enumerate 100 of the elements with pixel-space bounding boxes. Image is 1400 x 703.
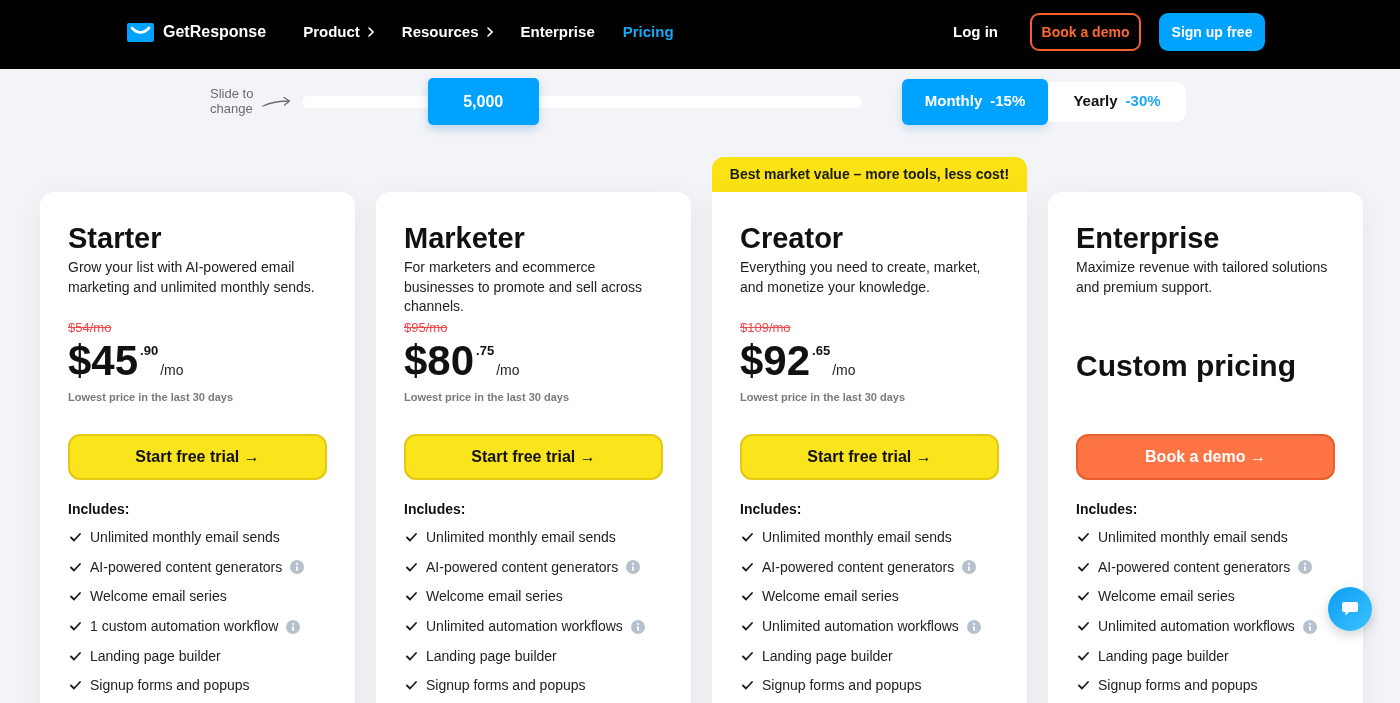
info-icon[interactable]: [630, 619, 645, 634]
feature-text: Unlimited automation workflows: [426, 617, 623, 637]
info-icon[interactable]: [626, 560, 641, 575]
plan-description: For marketers and ecommerce businesses to promote and sell across channels.: [404, 258, 644, 316]
feature-text: Signup forms and popups: [90, 676, 250, 696]
start-trial-button[interactable]: Start free trial →: [404, 434, 663, 480]
check-icon: [406, 651, 417, 661]
check-icon: [1078, 651, 1089, 661]
price-cents: .65: [812, 343, 831, 359]
info-icon[interactable]: [290, 560, 305, 575]
start-trial-button[interactable]: Start free trial →: [68, 434, 327, 480]
billing-option[interactable]: Yearly -30%: [1048, 81, 1186, 122]
check-icon: [406, 622, 417, 632]
check-icon: [742, 562, 753, 572]
start-trial-button[interactable]: Start free trial →: [740, 434, 999, 480]
feature-text: Landing page builder: [90, 646, 221, 666]
plan-description: Grow your list with AI-powered email marketing and unlimited monthly sends.: [68, 258, 316, 297]
price-note: Lowest price in the last 30 days: [404, 390, 570, 404]
plan-name: Creator: [740, 221, 845, 255]
envelope-logo-icon[interactable]: [127, 22, 154, 42]
nav-link[interactable]: Pricing: [622, 20, 674, 44]
check-icon: [742, 681, 753, 691]
info-icon[interactable]: [1302, 619, 1317, 634]
feature-text: Unlimited automation workflows: [1098, 617, 1295, 637]
check-icon: [1078, 622, 1089, 632]
includes-heading: Includes:: [1076, 500, 1138, 518]
check-icon: [70, 592, 81, 602]
price-cents: .90: [140, 343, 159, 359]
feature-text: Unlimited monthly email sends: [90, 528, 280, 548]
check-icon: [70, 681, 81, 691]
check-icon: [1078, 681, 1089, 691]
chat-bubble-icon: [1342, 602, 1358, 616]
price-period: /mo: [496, 362, 520, 378]
plan-description: Maximize revenue with tailored solutions and premium support.: [1076, 258, 1329, 297]
includes-heading: Includes:: [68, 500, 130, 518]
price-period: /mo: [832, 362, 856, 378]
feature-text: Welcome email series: [762, 587, 899, 607]
feature-text: 1 custom automation workflow: [90, 617, 279, 637]
info-icon[interactable]: [966, 619, 981, 634]
check-icon: [406, 592, 417, 602]
check-icon: [70, 622, 81, 632]
feature-text: Unlimited automation workflows: [762, 617, 959, 637]
includes-heading: Includes:: [404, 500, 466, 518]
check-icon: [742, 622, 753, 632]
check-icon: [406, 533, 417, 543]
plan-name: Starter: [68, 221, 163, 255]
price-amount: $92: [740, 338, 811, 384]
promo-banner: Best market value – more tools, less cost!: [712, 157, 1027, 192]
plan-name: Marketer: [404, 221, 526, 255]
check-icon: [70, 651, 81, 661]
feature-text: Signup forms and popups: [1098, 676, 1258, 696]
feature-text: Welcome email series: [426, 587, 563, 607]
arrow-icon: [262, 95, 291, 108]
feature-text: Welcome email series: [1098, 587, 1235, 607]
check-icon: [1078, 592, 1089, 602]
check-icon: [70, 533, 81, 543]
feature-text: Signup forms and popups: [762, 676, 922, 696]
price-note: Lowest price in the last 30 days: [740, 390, 906, 404]
check-icon: [406, 562, 417, 572]
price-cents: .75: [476, 343, 495, 359]
nav-link[interactable]: Enterprise: [520, 20, 595, 44]
check-icon: [406, 681, 417, 691]
plan-name: Enterprise: [1076, 221, 1221, 255]
slide-hint-text: Slide to change: [210, 85, 255, 116]
old-price: $109/mo: [740, 320, 791, 336]
feature-text: Welcome email series: [90, 587, 227, 607]
check-icon: [742, 651, 753, 661]
feature-text: AI-powered content generators: [90, 557, 283, 577]
custom-price-text: Custom pricing: [1076, 348, 1296, 384]
price-period: /mo: [160, 362, 184, 378]
feature-text: Signup forms and popups: [426, 676, 586, 696]
price-amount: $45: [68, 338, 139, 384]
feature-text: Landing page builder: [426, 646, 557, 666]
check-icon: [742, 533, 753, 543]
check-icon: [1078, 562, 1089, 572]
info-icon[interactable]: [962, 560, 977, 575]
feature-text: AI-powered content generators: [1098, 557, 1291, 577]
book-demo-button[interactable]: Book a demo: [1030, 13, 1141, 51]
plan-description: Everything you need to create, market, and monetize your knowledge.: [740, 258, 982, 297]
login-link[interactable]: Log in: [953, 20, 998, 44]
check-icon: [742, 592, 753, 602]
old-price: $95/mo: [404, 320, 448, 336]
price-note: Lowest price in the last 30 days: [68, 390, 234, 404]
feature-text: Landing page builder: [762, 646, 893, 666]
price-amount: $80: [404, 338, 475, 384]
check-icon: [1078, 533, 1089, 543]
feature-text: Unlimited monthly email sends: [1098, 528, 1288, 548]
feature-text: Unlimited monthly email sends: [762, 528, 952, 548]
nav-link[interactable]: Product: [303, 20, 374, 44]
logo-text[interactable]: GetResponse: [163, 20, 267, 44]
check-icon: [70, 562, 81, 572]
feature-text: AI-powered content generators: [426, 557, 619, 577]
info-icon[interactable]: [1298, 560, 1313, 575]
old-price: $54/mo: [68, 320, 112, 336]
feature-text: Landing page builder: [1098, 646, 1229, 666]
feature-text: AI-powered content generators: [762, 557, 955, 577]
nav-link[interactable]: Resources: [401, 20, 493, 44]
feature-text: Unlimited monthly email sends: [426, 528, 616, 548]
info-icon[interactable]: [286, 619, 301, 634]
includes-heading: Includes:: [740, 500, 802, 518]
